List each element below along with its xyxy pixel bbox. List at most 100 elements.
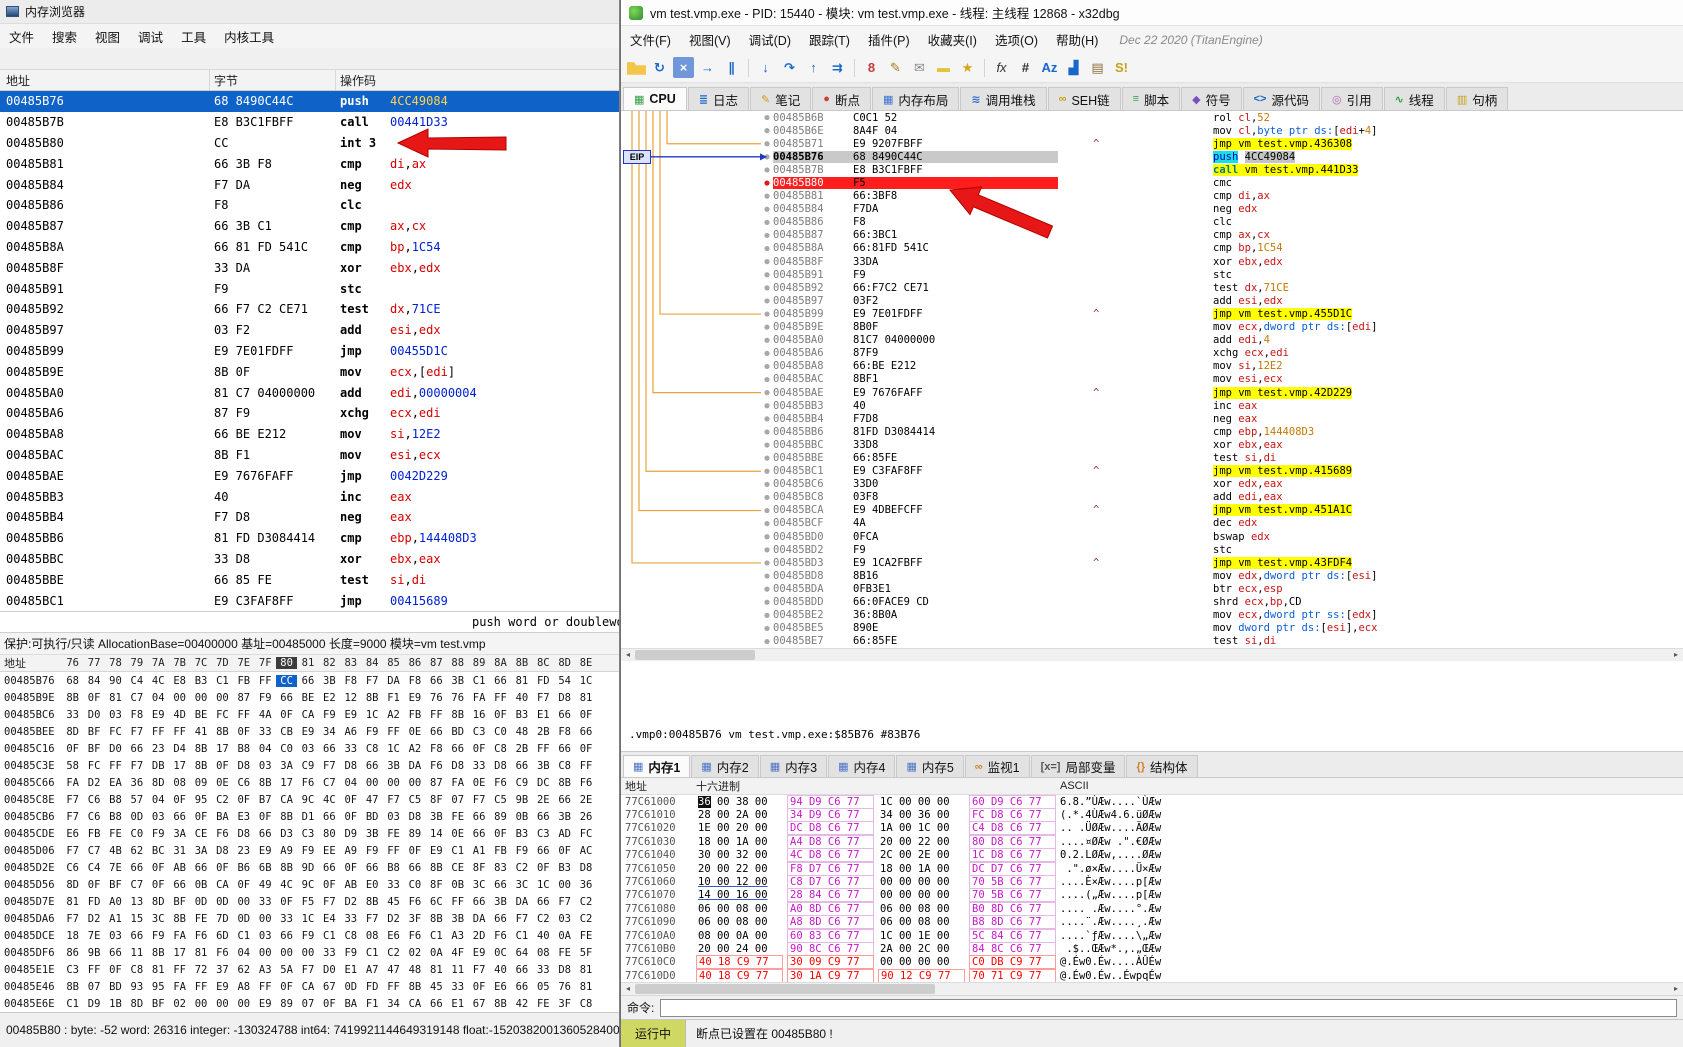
disasm-row[interactable]: 00485BB4 F7D8 neg eax xyxy=(621,412,1683,425)
hex-byte-cell[interactable]: 17 xyxy=(212,743,233,755)
instruction-cell[interactable]: xchg ecx,edi xyxy=(1213,347,1683,359)
disasm-row[interactable]: 00485BC8 03F8 add edi,eax xyxy=(621,491,1683,504)
hex-byte-cell[interactable]: BA xyxy=(340,998,361,1010)
dump-row[interactable]: 77C61050 20 00 22 00 F8 D7 C6 77 18 00 1A 0… xyxy=(621,861,1683,876)
hex-byte-cell[interactable]: 76 xyxy=(554,981,575,993)
hex-byte-cell[interactable]: E9 xyxy=(426,845,447,857)
hex-byte-cell[interactable]: 66 xyxy=(361,760,382,772)
hex-byte-cell[interactable]: 12 xyxy=(340,692,361,704)
hex-byte-cell[interactable]: FF xyxy=(383,981,404,993)
hex-byte-cell[interactable]: 0F xyxy=(554,845,575,857)
disasm-row[interactable]: 00485B99 E9 7E01FDFF ^ jmp vm test.vmp.455D… xyxy=(621,307,1683,320)
tab-symbols[interactable]: ◆ 符号 xyxy=(1181,87,1242,110)
hex-byte-cell[interactable]: 26 xyxy=(575,811,596,823)
dump-group-cell[interactable]: 40 18 C9 77 xyxy=(696,955,783,970)
hex-byte-cell[interactable]: CA xyxy=(276,794,297,806)
hex-byte-cell[interactable]: 1C xyxy=(361,709,382,721)
hex-byte-cell[interactable]: 0F xyxy=(276,896,297,908)
hex-byte-cell[interactable]: F8 xyxy=(404,675,425,687)
hex-byte-cell[interactable]: 31 xyxy=(169,845,190,857)
hex-byte-cell[interactable]: 3B xyxy=(554,811,575,823)
hex-byte-cell[interactable]: 33 xyxy=(383,879,404,891)
hex-byte-cell[interactable]: F6 xyxy=(404,930,425,942)
favourites-icon[interactable]: ★ xyxy=(957,57,978,78)
mnemonic-cell[interactable]: xor xyxy=(336,552,390,566)
bytes-cell[interactable]: 66:85FE xyxy=(851,452,1058,464)
address-cell[interactable]: 00485B91 xyxy=(0,282,210,296)
hex-byte-cell[interactable]: E3 xyxy=(233,811,254,823)
hex-byte-cell[interactable]: C3 xyxy=(297,828,318,840)
hex-byte-cell[interactable]: 8B xyxy=(62,692,83,704)
mnemonic-cell[interactable]: test xyxy=(336,573,390,587)
address-cell[interactable]: 00485BA6 xyxy=(773,347,851,359)
disasm-row[interactable]: 00485B81 66:3BF8 cmp di,ax xyxy=(621,190,1683,203)
hex-byte-cell[interactable]: 33 xyxy=(340,743,361,755)
disasm-row[interactable]: 00485B76 68 8490C44C push 4CC49084 xyxy=(0,91,619,112)
instruction-cell[interactable]: btr ecx,esp xyxy=(1213,583,1683,595)
hex-byte-cell[interactable]: 0D xyxy=(212,896,233,908)
hex-byte-cell[interactable]: 66 xyxy=(319,811,340,823)
hex-byte-cell[interactable]: C6 xyxy=(62,862,83,874)
trace-count-icon[interactable]: 8 xyxy=(861,57,882,78)
bytes-cell[interactable]: F8 xyxy=(210,198,336,212)
dump-group-cell[interactable]: 34 D9 C6 77 xyxy=(787,808,874,823)
hex-byte-cell[interactable]: 0F xyxy=(212,760,233,772)
tab-script[interactable]: ≡ 脚本 xyxy=(1121,87,1181,110)
instruction-cell[interactable]: jmp vm test.vmp.436308 xyxy=(1213,137,1683,150)
hex-byte-cell[interactable]: 8D xyxy=(126,998,147,1010)
hex-byte-cell[interactable]: FF xyxy=(148,726,169,738)
disasm-row[interactable]: 00485B84 F7DA neg edx xyxy=(621,203,1683,216)
hex-byte-cell[interactable]: FE xyxy=(105,828,126,840)
instruction-cell[interactable]: cmp ebp,144408D3 xyxy=(1213,426,1683,438)
hex-byte-cell[interactable]: F6 xyxy=(490,777,511,789)
disasm-row[interactable]: 00485BDA 0FB3E1 btr ecx,esp xyxy=(621,582,1683,595)
hex-byte-cell[interactable]: 3A xyxy=(169,828,190,840)
hex-byte-cell[interactable]: 40 xyxy=(511,692,532,704)
dump-ascii-cell[interactable]: 0.2.LØÆw,....ØÆw xyxy=(1060,849,1200,861)
hex-address-cell[interactable]: 00485DF6 xyxy=(0,947,62,959)
hex-byte-cell[interactable]: B8 xyxy=(105,811,126,823)
dump-ascii-cell[interactable]: .... .Æw....°.Æw xyxy=(1060,903,1200,915)
instruction-cell[interactable]: call vm test.vmp.441D33 xyxy=(1213,163,1683,176)
address-cell[interactable]: 00485BD2 xyxy=(773,544,851,556)
tab-dump2[interactable]: ▦ 内存2 xyxy=(691,755,759,777)
address-cell[interactable]: 00485BCF xyxy=(773,517,851,529)
dump-row[interactable]: 77C61080 06 00 08 00 A0 8D C6 77 06 00 08 0… xyxy=(621,901,1683,916)
mnemonic-cell[interactable]: push xyxy=(336,94,390,108)
hex-byte-cell[interactable]: F9 xyxy=(361,726,382,738)
disasm-row[interactable]: 00485BAE E9 7676FAFF ^ jmp vm test.vmp.42D2… xyxy=(621,386,1683,399)
hex-byte-cell[interactable]: FA xyxy=(169,981,190,993)
hex-row[interactable]: 00485E46 8B 07 BD 93 95 FA FF E9 A8 FF 0F CA 67 0D FD FF… xyxy=(0,978,619,995)
disasm-row[interactable]: 00485BD0 0FCA bswap edx xyxy=(621,530,1683,543)
hex-byte-cell[interactable]: B8 xyxy=(105,794,126,806)
hex-byte-cell[interactable]: D8 xyxy=(447,760,468,772)
hex-byte-cell[interactable]: F7 xyxy=(62,811,83,823)
hex-byte-cell[interactable]: 2B xyxy=(511,743,532,755)
dump-group-cell[interactable]: A4 D8 C6 77 xyxy=(787,834,874,849)
hex-byte-cell[interactable]: 23 xyxy=(233,845,254,857)
hex-byte-cell[interactable]: 90 xyxy=(105,675,126,687)
hex-byte-cell[interactable]: 0D xyxy=(126,811,147,823)
hex-byte-cell[interactable]: 8B xyxy=(169,913,190,925)
hex-byte-cell[interactable]: 08 xyxy=(533,947,554,959)
hex-byte-cell[interactable]: F6 xyxy=(190,930,211,942)
hex-byte-cell[interactable]: 00 xyxy=(255,913,276,925)
tab-log[interactable]: ≣ 日志 xyxy=(687,87,750,110)
mnemonic-cell[interactable]: jmp xyxy=(336,344,390,358)
hex-byte-cell[interactable]: D1 xyxy=(297,811,318,823)
hex-byte-cell[interactable]: 8F xyxy=(426,879,447,891)
operand-cell[interactable]: ecx,edi xyxy=(390,406,619,420)
disasm-row[interactable]: 00485BAC 8B F1 mov esi,ecx xyxy=(0,445,619,466)
address-cell[interactable]: 00485BAC xyxy=(773,373,851,385)
hex-byte-cell[interactable]: FF xyxy=(426,709,447,721)
column-opcode[interactable]: 操作码 xyxy=(336,72,619,89)
tab-struct[interactable]: {} 结构体 xyxy=(1126,755,1198,777)
menu-item[interactable]: 搜索 xyxy=(43,24,86,49)
hex-byte-cell[interactable]: D0 xyxy=(105,743,126,755)
disasm-row[interactable]: 00485BC1 E9 C3FAF8FF ^ jmp vm test.vmp.4156… xyxy=(621,465,1683,478)
hex-byte-cell[interactable]: 5A xyxy=(276,964,297,976)
bytes-cell[interactable]: F7 D8 xyxy=(210,510,336,524)
hex-byte-cell[interactable]: 17 xyxy=(169,760,190,772)
dump-ascii-cell[interactable]: 6.8.”ÙÆw....`ÙÆw xyxy=(1060,796,1200,808)
hex-byte-cell[interactable]: AD xyxy=(554,828,575,840)
